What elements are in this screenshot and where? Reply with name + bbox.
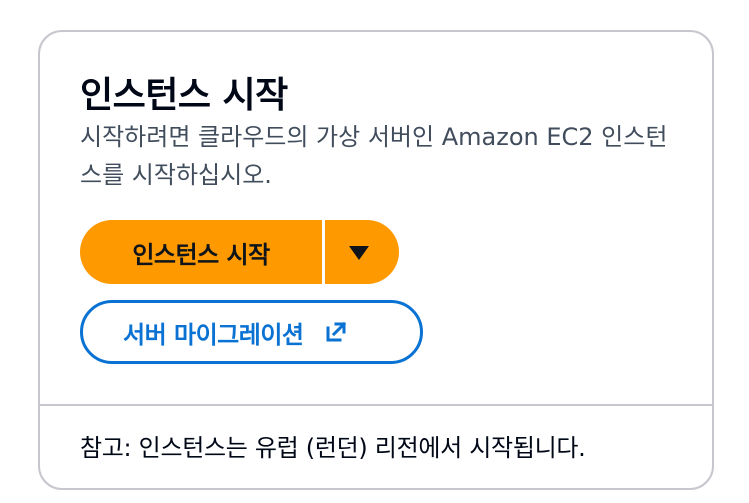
launch-instance-button[interactable]: 인스턴스 시작	[80, 220, 322, 284]
card-description: 시작하려면 클라우드의 가상 서버인 Amazon EC2 인스턴스를 시작하십…	[80, 123, 668, 189]
footer-divider	[40, 404, 712, 406]
migrate-server-label: 서버 마이그레이션	[123, 320, 304, 349]
launch-instance-card: 인스턴스 시작 시작하려면 클라우드의 가상 서버인 Amazon EC2 인스…	[38, 30, 714, 490]
launch-options-dropdown-button[interactable]	[325, 220, 399, 284]
region-note: 참고: 인스턴스는 유럽 (런던) 리전에서 시작됩니다.	[80, 434, 586, 462]
external-link-icon	[326, 321, 346, 342]
card-title: 인스턴스 시작	[80, 75, 288, 116]
caret-down-icon	[349, 246, 369, 260]
launch-instance-split-button: 인스턴스 시작	[80, 220, 399, 284]
migrate-server-button[interactable]: 서버 마이그레이션	[80, 300, 423, 364]
